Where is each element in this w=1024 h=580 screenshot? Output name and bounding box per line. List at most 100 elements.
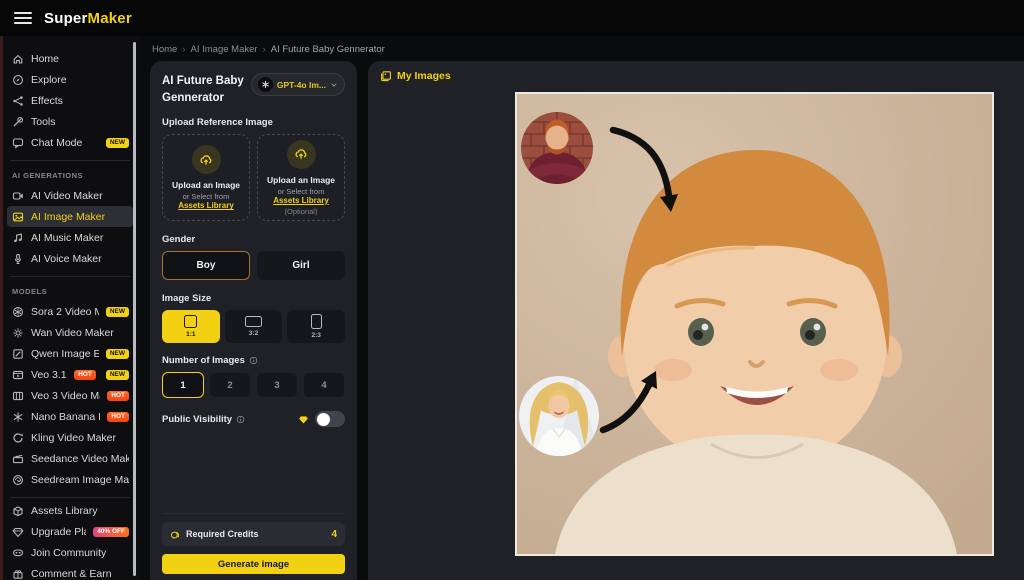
count-option-1[interactable]: 1 bbox=[162, 372, 204, 398]
count-option-2[interactable]: 2 bbox=[209, 372, 251, 398]
sidebar-item-effects[interactable]: Effects bbox=[7, 90, 133, 111]
coin-icon bbox=[170, 529, 181, 540]
assets-library-link[interactable]: Assets Library bbox=[178, 201, 234, 210]
sidebar-item-seedream-image-maker[interactable]: Seedream Image Maker bbox=[7, 469, 133, 490]
new-badge: NEW bbox=[106, 370, 129, 380]
size-option-2-3[interactable]: 2:3 bbox=[287, 310, 345, 343]
new-badge: NEW bbox=[106, 307, 129, 317]
hot-badge: HOT bbox=[107, 412, 129, 422]
upload-box-parent2[interactable]: Upload an Image or Select from Assets Li… bbox=[257, 134, 345, 221]
sidebar-item-kling-video-maker[interactable]: Kling Video Maker bbox=[7, 427, 133, 448]
toggle-knob bbox=[317, 413, 330, 426]
number-of-images-text: Number of Images bbox=[162, 355, 245, 366]
sidebar-item-chat-mode[interactable]: Chat Mode NEW bbox=[7, 132, 133, 153]
sidebar-item-veo-3-video-maker[interactable]: Veo 3 Video Maker HOT bbox=[7, 385, 133, 406]
sidebar-divider bbox=[10, 276, 130, 277]
sidebar-item-nano-banana-image-maker[interactable]: Nano Banana Image Maker HOT bbox=[7, 406, 133, 427]
sidebar-item-assets-library[interactable]: Assets Library bbox=[7, 500, 133, 521]
upload-box-title: Upload an Image bbox=[267, 175, 335, 185]
sora-icon bbox=[12, 306, 24, 318]
wan-icon bbox=[12, 327, 24, 339]
image-size-label: Image Size bbox=[162, 293, 345, 304]
breadcrumb-ai-image-maker[interactable]: AI Image Maker bbox=[191, 44, 258, 55]
sidebar-item-ai-image-maker[interactable]: AI Image Maker bbox=[7, 206, 133, 227]
tools-icon bbox=[12, 116, 24, 128]
my-images-header: My Images bbox=[380, 70, 451, 82]
sidebar-item-ai-music-maker[interactable]: AI Music Maker bbox=[7, 227, 133, 248]
page-title-line1: AI Future Baby bbox=[162, 73, 244, 90]
sidebar-item-ai-voice-maker[interactable]: AI Voice Maker bbox=[7, 248, 133, 269]
sidebar-item-label: Join Community bbox=[31, 547, 129, 559]
sidebar-item-qwen-image-edit[interactable]: Qwen Image Edit NEW bbox=[7, 343, 133, 364]
premium-diamond-icon bbox=[298, 414, 309, 425]
gift-icon bbox=[12, 568, 24, 580]
gender-option-boy[interactable]: Boy bbox=[162, 251, 250, 280]
model-selector-dropdown[interactable]: GPT-4o Im... bbox=[251, 73, 345, 96]
diamond-icon bbox=[12, 526, 24, 538]
seedance-icon bbox=[12, 453, 24, 465]
sidebar-item-label: Tools bbox=[31, 116, 129, 128]
box-icon bbox=[12, 505, 24, 517]
hot-badge: HOT bbox=[74, 370, 96, 380]
breadcrumb-home[interactable]: Home bbox=[152, 44, 177, 55]
my-images-title: My Images bbox=[397, 70, 451, 82]
landscape-ratio-icon bbox=[245, 316, 262, 327]
assets-library-link[interactable]: Assets Library bbox=[273, 196, 329, 205]
sidebar-item-comment-earn[interactable]: Comment & Earn bbox=[7, 563, 133, 580]
app-window: SuperMaker Home Explore Effects Tools Ch… bbox=[0, 0, 1024, 580]
size-option-3-2[interactable]: 3:2 bbox=[225, 310, 283, 343]
required-credits-bar: Required Credits 4 bbox=[162, 522, 345, 546]
public-visibility-toggle[interactable] bbox=[315, 411, 345, 427]
generate-image-button[interactable]: Generate image bbox=[162, 554, 345, 574]
future-baby-generated-image[interactable] bbox=[515, 92, 994, 556]
sidebar-item-label: Nano Banana Image Maker bbox=[31, 411, 100, 423]
chat-icon bbox=[12, 137, 24, 149]
sidebar-item-label: AI Image Maker bbox=[31, 211, 129, 223]
gender-option-girl[interactable]: Girl bbox=[257, 251, 345, 280]
logo-part-maker: Maker bbox=[88, 10, 132, 27]
sidebar-scrollbar[interactable] bbox=[133, 42, 136, 576]
size-option-1-1[interactable]: 1:1 bbox=[162, 310, 220, 343]
sidebar-item-label: Explore bbox=[31, 74, 129, 86]
logo-part-super: Super bbox=[44, 10, 88, 27]
sidebar-item-sora-2-video-maker[interactable]: Sora 2 Video Maker NEW bbox=[7, 301, 133, 322]
future-baby-illustration bbox=[517, 94, 992, 554]
form-divider bbox=[162, 513, 345, 514]
sidebar-item-ai-video-maker[interactable]: AI Video Maker bbox=[7, 185, 133, 206]
sidebar-item-upgrade-plan[interactable]: Upgrade Plan 40% OFF bbox=[7, 521, 133, 542]
effects-icon bbox=[12, 95, 24, 107]
app-logo[interactable]: SuperMaker bbox=[44, 10, 132, 27]
upload-box-subtitle: or Select from bbox=[183, 192, 230, 201]
hamburger-menu-icon[interactable] bbox=[14, 12, 32, 24]
film-icon bbox=[12, 390, 24, 402]
info-icon[interactable] bbox=[249, 356, 258, 365]
chevron-down-icon bbox=[330, 81, 338, 89]
sidebar-item-join-community[interactable]: Join Community bbox=[7, 542, 133, 563]
kling-icon bbox=[12, 432, 24, 444]
sidebar-item-label: AI Voice Maker bbox=[31, 253, 129, 265]
new-badge: NEW bbox=[106, 138, 129, 148]
section-label-ai-generations: AI GENERATIONS bbox=[7, 163, 133, 185]
sidebar-item-tools[interactable]: Tools bbox=[7, 111, 133, 132]
info-icon[interactable] bbox=[236, 415, 245, 424]
sidebar-item-wan-video-maker[interactable]: Wan Video Maker bbox=[7, 322, 133, 343]
required-credits-value: 4 bbox=[331, 529, 337, 540]
portrait-ratio-icon bbox=[311, 314, 322, 329]
nano-icon bbox=[12, 411, 24, 423]
sidebar-item-seedance-video-maker[interactable]: Seedance Video Maker bbox=[7, 448, 133, 469]
upload-box-parent1[interactable]: Upload an Image or Select from Assets Li… bbox=[162, 134, 250, 221]
section-label-models: MODELS bbox=[7, 279, 133, 301]
count-option-4[interactable]: 4 bbox=[303, 372, 345, 398]
sidebar-divider bbox=[10, 497, 130, 498]
square-ratio-icon bbox=[184, 315, 197, 328]
public-visibility-label: Public Visibility bbox=[162, 414, 245, 425]
hot-badge: HOT bbox=[107, 391, 129, 401]
mic-icon bbox=[12, 253, 24, 265]
sidebar-item-veo-31-video-maker[interactable]: Veo 3.1 Video Maker HOT NEW bbox=[7, 364, 133, 385]
public-visibility-text: Public Visibility bbox=[162, 414, 232, 425]
sidebar-item-explore[interactable]: Explore bbox=[7, 69, 133, 90]
sidebar-item-home[interactable]: Home bbox=[7, 48, 133, 69]
sidebar-item-label: Assets Library bbox=[31, 505, 129, 517]
breadcrumb-separator: › bbox=[182, 44, 185, 55]
count-option-3[interactable]: 3 bbox=[256, 372, 298, 398]
